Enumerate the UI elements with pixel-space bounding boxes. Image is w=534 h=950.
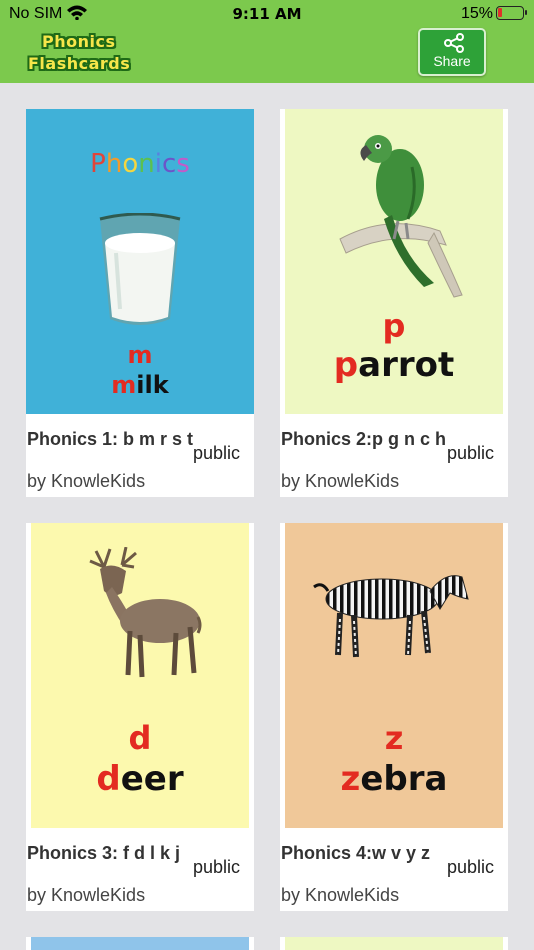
logo-line1: Phonics — [42, 32, 116, 51]
deer-icon — [89, 547, 202, 678]
cover-word: milk — [111, 371, 169, 399]
card-author: by KnowleKids — [27, 885, 146, 905]
card-author: by KnowleKids — [281, 885, 400, 905]
card-title: Phonics 4:w v y z — [281, 843, 431, 863]
card-cover: Phonics m milk — [26, 109, 254, 414]
share-label: Share — [433, 53, 471, 69]
battery-percent: 15% — [461, 5, 494, 22]
visibility-badge: public — [193, 443, 241, 464]
cover-word: deer — [96, 759, 184, 799]
card-cover: d deer — [26, 523, 254, 828]
cover-heading: Phonics — [90, 149, 190, 179]
visibility-badge: public — [447, 857, 495, 878]
flashcard-set-card-partial[interactable] — [26, 937, 254, 950]
cover-letter: d — [128, 719, 152, 757]
flashcard-set-card[interactable]: z zebra Phonics 4:w v y z public by Know… — [280, 523, 508, 911]
parrot-icon — [339, 135, 463, 298]
visibility-badge: public — [447, 443, 495, 464]
card-title: Phonics 3: f d l k j — [27, 843, 181, 863]
share-icon — [444, 33, 464, 53]
flashcard-set-card[interactable]: d deer Phonics 3: f d l k j public by Kn… — [26, 523, 254, 911]
zebra-icon — [313, 575, 469, 658]
cover-word: zebra — [340, 759, 448, 799]
status-bar: No SIM 9:11 AM 15% — [0, 0, 534, 28]
flashcard-set-card-partial[interactable] — [280, 937, 508, 950]
card-author: by KnowleKids — [281, 471, 400, 491]
visibility-badge: public — [193, 857, 241, 878]
app-header: No SIM 9:11 AM 15% Phonics Flashcards Sh… — [0, 0, 534, 83]
battery-icon — [496, 6, 527, 20]
card-cover: z zebra — [280, 523, 508, 828]
card-title: Phonics 2:p g n c h — [281, 429, 447, 449]
logo-line2: Flashcards — [28, 54, 131, 73]
cover-letter: z — [384, 719, 404, 757]
share-button[interactable]: Share — [418, 28, 486, 76]
app-logo: Phonics Flashcards — [28, 31, 130, 75]
flashcard-set-card[interactable]: Phonics m milk Phonics 1: b m r s t publ… — [26, 109, 254, 497]
cover-letter: p — [382, 307, 406, 345]
card-author: by KnowleKids — [27, 471, 146, 491]
milk-glass-icon — [99, 213, 181, 325]
cover-letter: m — [127, 341, 153, 369]
card-cover: p parrot — [280, 109, 508, 414]
status-time: 9:11 AM — [232, 5, 302, 23]
cover-word: parrot — [333, 345, 455, 385]
flashcard-set-card[interactable]: p parrot Phonics 2:p g n c h public by K… — [280, 109, 508, 497]
card-title: Phonics 1: b m r s t — [27, 429, 194, 449]
